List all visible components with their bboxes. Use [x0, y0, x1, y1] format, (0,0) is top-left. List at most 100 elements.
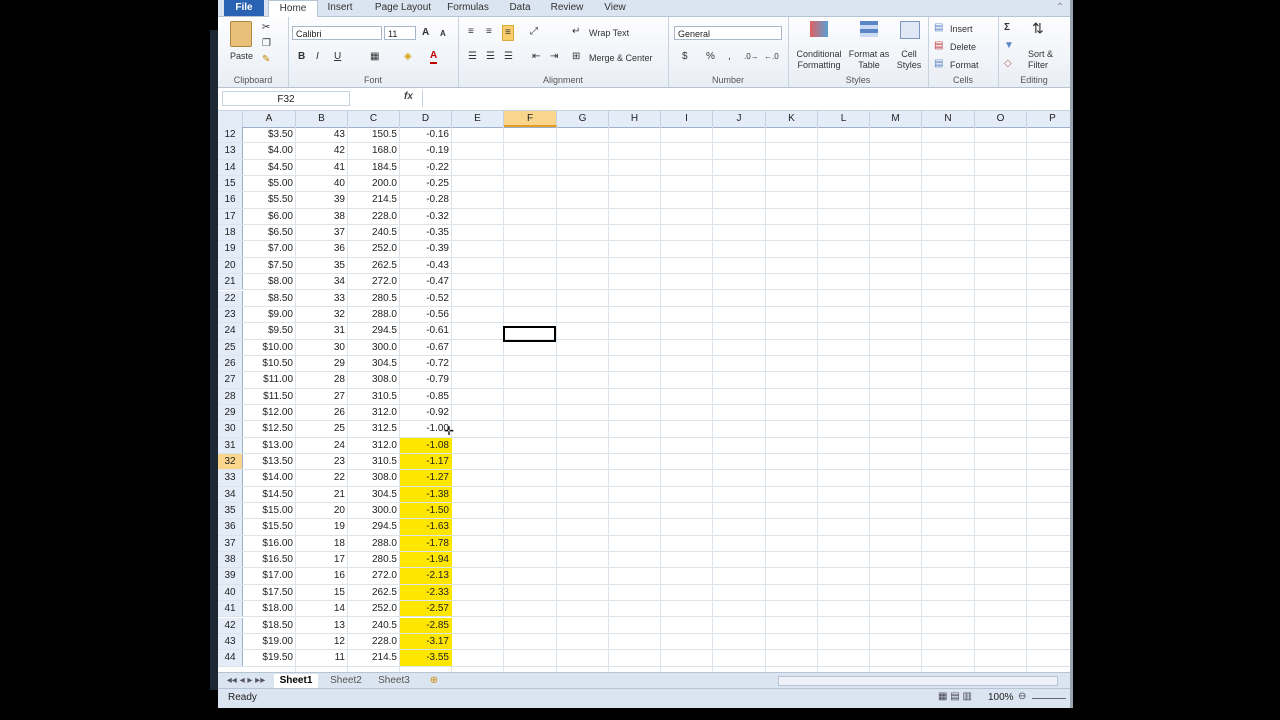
row-header[interactable]: 38: [218, 552, 243, 568]
delete-cells-icon[interactable]: ▤: [934, 39, 943, 53]
cell-b[interactable]: 27: [296, 389, 348, 404]
row-header[interactable]: 15: [218, 176, 243, 192]
cell-b[interactable]: 17: [296, 552, 348, 567]
row-header[interactable]: 28: [218, 388, 243, 404]
cell-a[interactable]: $13.50: [243, 454, 296, 469]
cell-d[interactable]: -0.85: [400, 389, 452, 404]
cell-d[interactable]: -2.13: [400, 568, 452, 584]
cell-d[interactable]: -0.52: [400, 291, 452, 306]
row-header[interactable]: 17: [218, 208, 243, 225]
cell-a[interactable]: $8.50: [243, 291, 296, 306]
cell-b[interactable]: 35: [296, 258, 348, 273]
cell-a[interactable]: $4.00: [243, 143, 296, 158]
format-cells-button[interactable]: Format: [950, 58, 979, 72]
orientation-icon[interactable]: ⤢: [530, 25, 538, 39]
cell-a[interactable]: $7.50: [243, 258, 296, 273]
sort-filter-icon[interactable]: ⇅: [1032, 21, 1044, 35]
row-header[interactable]: 24: [218, 323, 243, 339]
cell-a[interactable]: $3.50: [243, 127, 296, 142]
row-header[interactable]: 36: [218, 519, 243, 535]
sheet-tab-sheet1[interactable]: Sheet1: [274, 674, 318, 688]
cell-a[interactable]: $13.00: [243, 438, 296, 453]
cell-b[interactable]: 20: [296, 503, 348, 518]
row-header[interactable]: 16: [218, 192, 243, 208]
cell-b[interactable]: 18: [296, 536, 348, 551]
cell-d[interactable]: -1.38: [400, 486, 452, 503]
cell-a[interactable]: $16.50: [243, 552, 296, 567]
cell-d[interactable]: -0.43: [400, 258, 452, 273]
wrap-text-icon[interactable]: ↵: [572, 25, 580, 39]
cell-d[interactable]: -0.79: [400, 372, 452, 387]
cell-c[interactable]: 240.5: [348, 618, 400, 633]
cell-b[interactable]: 31: [296, 323, 348, 338]
cell-c[interactable]: 312.5: [348, 421, 400, 436]
wrap-text-button[interactable]: Wrap Text: [589, 26, 629, 40]
fill-icon[interactable]: ▼: [1004, 39, 1014, 53]
copy-icon[interactable]: ❐: [262, 37, 271, 51]
cell-d[interactable]: -0.28: [400, 192, 452, 207]
format-painter-icon[interactable]: ✎: [262, 53, 270, 67]
active-cell-f32[interactable]: [503, 326, 556, 342]
cell-d[interactable]: -1.50: [400, 503, 452, 519]
column-header-h[interactable]: H: [609, 111, 661, 127]
cell-a[interactable]: $7.00: [243, 241, 296, 256]
cell-a[interactable]: $11.00: [243, 372, 296, 387]
row-header[interactable]: 21: [218, 274, 243, 290]
cell-c[interactable]: 294.5: [348, 323, 400, 338]
cell-a[interactable]: $17.50: [243, 585, 296, 600]
cell-b[interactable]: 37: [296, 225, 348, 240]
cell-b[interactable]: 40: [296, 176, 348, 191]
increase-indent-icon[interactable]: ⇥: [550, 50, 558, 64]
insert-sheet-icon[interactable]: ⊕: [426, 674, 442, 688]
cell-d[interactable]: -2.57: [400, 601, 452, 617]
cell-c[interactable]: 262.5: [348, 258, 400, 273]
cell-b[interactable]: 21: [296, 487, 348, 502]
cell-d[interactable]: -0.32: [400, 209, 452, 224]
cell-d[interactable]: -3.55: [400, 650, 452, 666]
name-box[interactable]: F32: [222, 91, 350, 106]
cell-c[interactable]: 300.0: [348, 340, 400, 355]
cell-a[interactable]: $11.50: [243, 389, 296, 404]
cell-c[interactable]: 150.5: [348, 127, 400, 142]
cell-d[interactable]: -1.78: [400, 535, 452, 552]
cell-d[interactable]: -0.67: [400, 340, 452, 355]
horizontal-scrollbar[interactable]: [778, 676, 1058, 686]
cell-d[interactable]: -2.85: [400, 617, 452, 633]
column-header-c[interactable]: C: [348, 111, 400, 127]
column-header-a[interactable]: A: [243, 111, 296, 127]
cell-d[interactable]: -1.08: [400, 437, 452, 453]
tab-home[interactable]: Home: [268, 0, 318, 17]
tab-file[interactable]: File: [224, 0, 264, 16]
cell-c[interactable]: 310.5: [348, 389, 400, 404]
column-header-n[interactable]: N: [922, 111, 975, 127]
column-header-p[interactable]: P: [1027, 111, 1070, 127]
autosum-icon[interactable]: Σ: [1004, 21, 1010, 35]
insert-cells-icon[interactable]: ▤: [934, 21, 943, 35]
row-header[interactable]: 44: [218, 650, 243, 666]
row-header[interactable]: 32: [218, 454, 243, 470]
cell-a[interactable]: $9.00: [243, 307, 296, 322]
cell-b[interactable]: 14: [296, 601, 348, 616]
cell-a[interactable]: $18.50: [243, 618, 296, 633]
align-top-icon[interactable]: ≡: [468, 25, 474, 39]
row-header[interactable]: 26: [218, 355, 243, 372]
cell-b[interactable]: 12: [296, 634, 348, 649]
column-header-i[interactable]: I: [661, 111, 713, 127]
column-header-k[interactable]: K: [766, 111, 818, 127]
cell-b[interactable]: 41: [296, 160, 348, 175]
cell-c[interactable]: 308.0: [348, 470, 400, 485]
row-header[interactable]: 42: [218, 617, 243, 633]
cell-a[interactable]: $10.50: [243, 356, 296, 371]
cell-c[interactable]: 272.0: [348, 274, 400, 289]
font-color-icon[interactable]: A: [430, 50, 438, 64]
cell-d[interactable]: -1.63: [400, 519, 452, 535]
cell-b[interactable]: 38: [296, 209, 348, 224]
row-header[interactable]: 35: [218, 503, 243, 519]
cell-b[interactable]: 19: [296, 519, 348, 534]
sheet-tab-sheet3[interactable]: Sheet3: [372, 674, 416, 688]
cell-d[interactable]: -3.17: [400, 633, 452, 650]
cell-c[interactable]: 312.0: [348, 438, 400, 453]
tab-review[interactable]: Review: [548, 0, 586, 16]
format-as-table-icon[interactable]: [860, 21, 878, 37]
italic-button[interactable]: I: [316, 50, 319, 64]
